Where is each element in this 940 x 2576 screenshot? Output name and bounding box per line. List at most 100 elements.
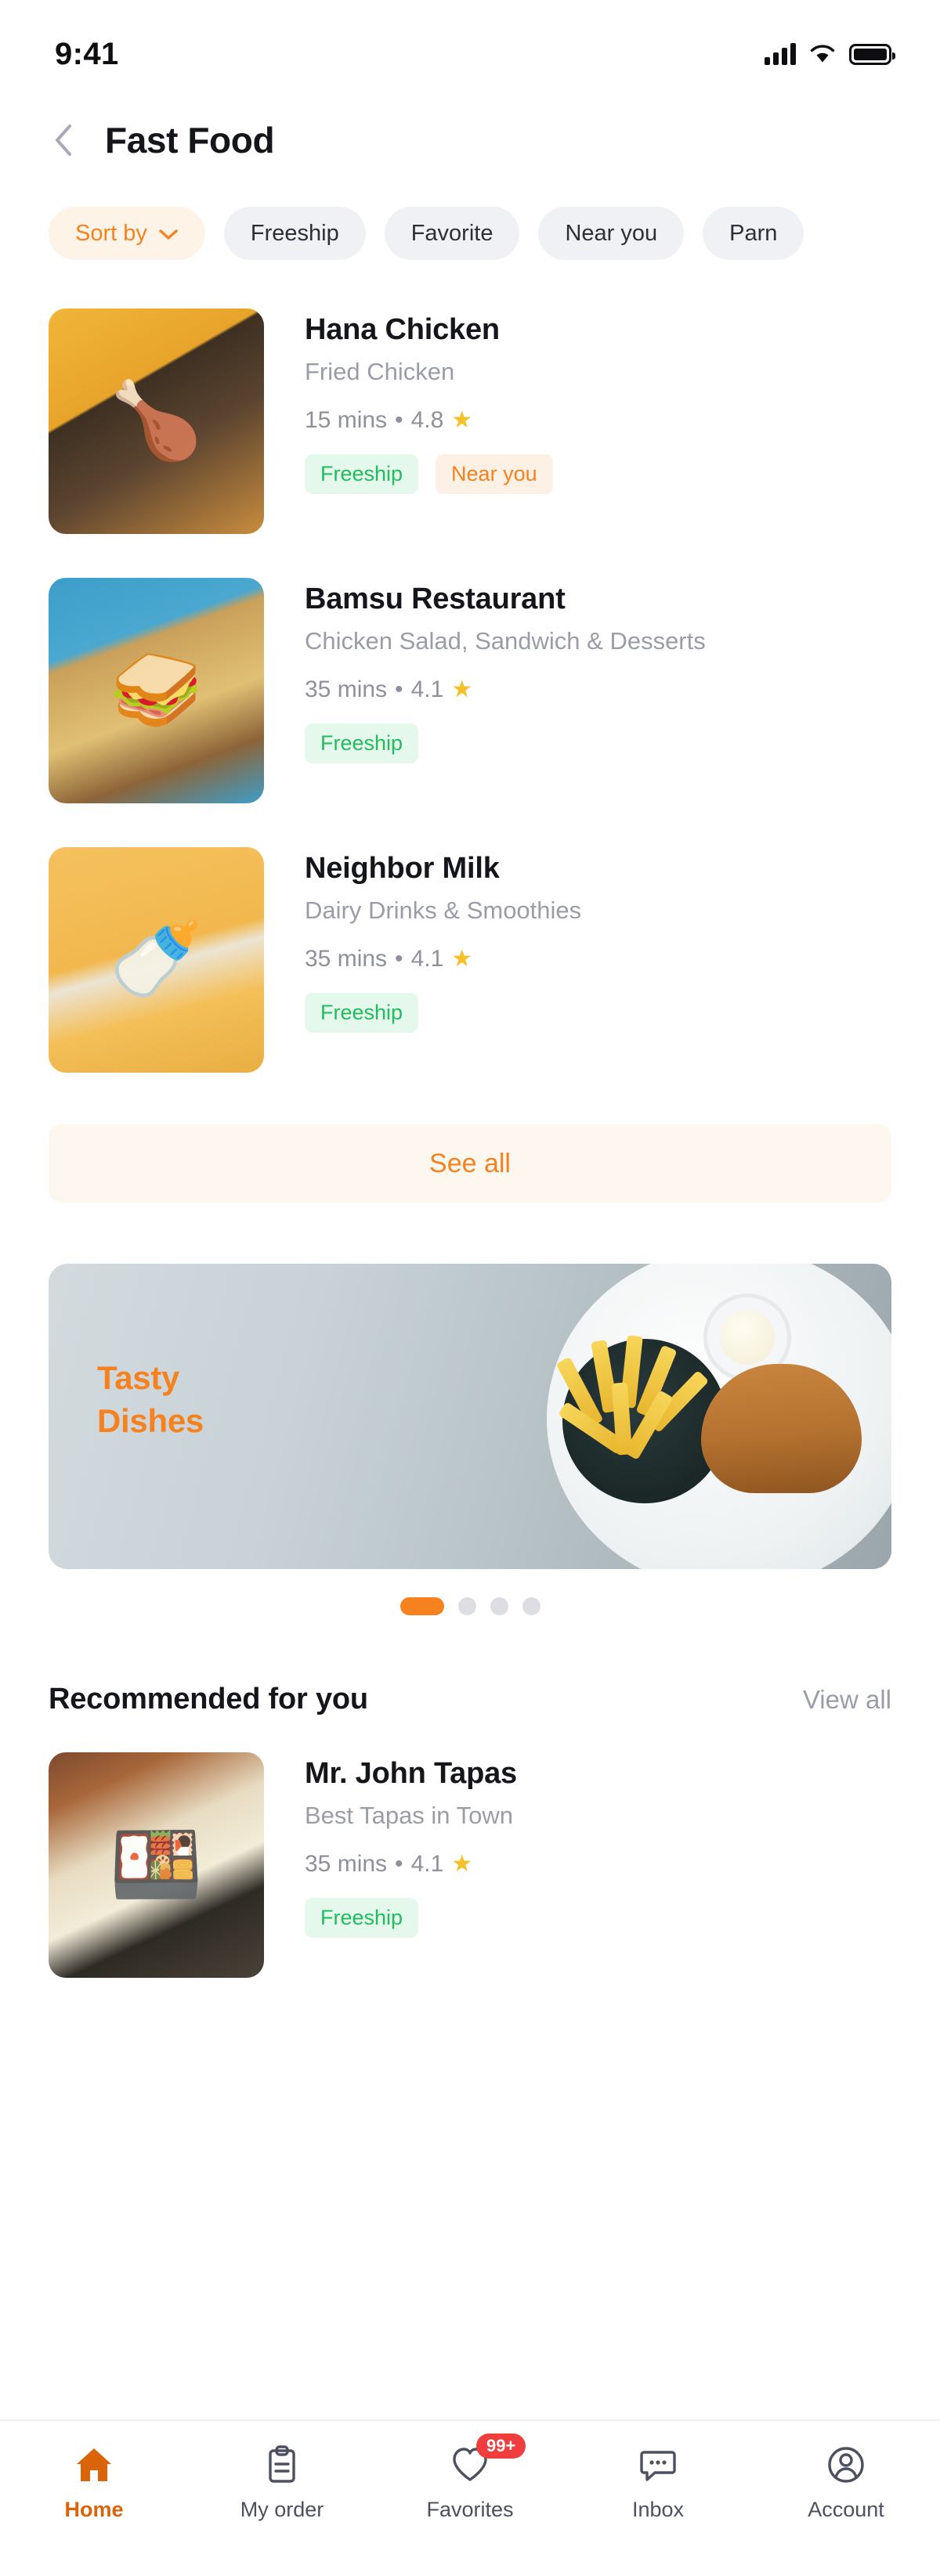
nav-item-favorites[interactable]: 99+ Favorites — [376, 2444, 564, 2522]
restaurant-name: Hana Chicken — [305, 313, 891, 347]
fried-chicken-image: 🍗 — [49, 308, 264, 534]
rating-value: 4.8 — [411, 407, 444, 434]
status-badge-freeship: Freeship — [305, 1898, 418, 1938]
delivery-time: 35 mins — [305, 1851, 387, 1878]
nav-label: Inbox — [632, 2498, 684, 2522]
restaurant-name: Bamsu Restaurant — [305, 583, 891, 616]
star-icon: ★ — [451, 406, 472, 434]
promo-line-2: Dishes — [97, 1399, 204, 1442]
restaurant-badges: Freeship — [305, 1898, 891, 1938]
carousel-dot-2[interactable] — [458, 1597, 476, 1615]
carousel-dot-3[interactable] — [490, 1597, 508, 1615]
cellular-signal-icon — [765, 43, 796, 65]
filter-chip-label: Freeship — [251, 221, 339, 247]
star-icon: ★ — [451, 945, 472, 972]
restaurant-info: Bamsu Restaurant Chicken Salad, Sandwich… — [305, 578, 891, 803]
nav-item-account[interactable]: Account — [752, 2444, 940, 2522]
battery-full-icon — [849, 44, 891, 65]
meta-separator: • — [395, 407, 403, 434]
home-icon — [74, 2444, 114, 2485]
nav-item-inbox[interactable]: Inbox — [564, 2444, 752, 2522]
filter-chip-label: Favorite — [411, 221, 494, 247]
promo-banner-tasty-dishes[interactable]: Tasty Dishes — [49, 1264, 891, 1569]
delivery-time: 35 mins — [305, 946, 387, 972]
chat-bubble-icon — [638, 2444, 678, 2485]
restaurant-cuisine: Chicken Salad, Sandwich & Desserts — [305, 627, 891, 655]
restaurant-info: Neighbor Milk Dairy Drinks & Smoothies 3… — [305, 847, 891, 1073]
status-time: 9:41 — [55, 37, 119, 72]
meta-separator: • — [395, 1851, 403, 1878]
delivery-time: 15 mins — [305, 407, 387, 434]
restaurant-name: Neighbor Milk — [305, 852, 891, 886]
status-icons — [765, 43, 891, 65]
restaurant-card[interactable]: 🍱 Mr. John Tapas Best Tapas in Town 35 m… — [0, 1752, 940, 1978]
nav-label: Home — [64, 2498, 123, 2522]
view-all-link[interactable]: View all — [803, 1685, 891, 1715]
meta-separator: • — [395, 946, 403, 972]
filter-chip-favorite[interactable]: Favorite — [385, 207, 520, 260]
filter-chip-label: Parn — [729, 221, 777, 247]
nav-item-my-order[interactable]: My order — [188, 2444, 376, 2522]
filter-chip-label: Near you — [565, 221, 657, 247]
filter-chip-label: Sort by — [75, 221, 147, 247]
star-icon: ★ — [451, 676, 472, 703]
nav-label: My order — [240, 2498, 324, 2522]
filter-chip-sort-by[interactable]: Sort by — [49, 207, 205, 260]
nav-label: Favorites — [426, 2498, 513, 2522]
bottom-navigation: Home My order 99+ Favorites — [0, 2419, 940, 2576]
filter-chips: Sort by Freeship Favorite Near you Parn — [0, 161, 940, 260]
promo-carousel: Tasty Dishes — [0, 1203, 940, 1615]
restaurant-cuisine: Fried Chicken — [305, 358, 891, 386]
carousel-dot-4[interactable] — [522, 1597, 540, 1615]
restaurant-badges: Freeship — [305, 723, 891, 763]
restaurant-card[interactable]: 🍼 Neighbor Milk Dairy Drinks & Smoothies… — [0, 847, 940, 1073]
restaurant-thumbnail: 🍼 — [49, 847, 264, 1073]
restaurant-meta: 15 mins • 4.8 ★ — [305, 406, 891, 434]
tapas-dish-image: 🍱 — [49, 1752, 264, 1978]
rating-value: 4.1 — [411, 1851, 444, 1878]
sandwich-image: 🥪 — [49, 578, 264, 803]
restaurant-list: 🍗 Hana Chicken Fried Chicken 15 mins • 4… — [0, 260, 940, 1073]
restaurant-name: Mr. John Tapas — [305, 1757, 891, 1791]
status-badge-freeship: Freeship — [305, 454, 418, 494]
nav-label: Account — [808, 2498, 884, 2522]
filter-chip-partner[interactable]: Parn — [703, 207, 804, 260]
filter-chip-freeship[interactable]: Freeship — [224, 207, 366, 260]
restaurant-info: Hana Chicken Fried Chicken 15 mins • 4.8… — [305, 308, 891, 534]
restaurant-meta: 35 mins • 4.1 ★ — [305, 945, 891, 972]
see-all-button[interactable]: See all — [49, 1124, 891, 1203]
restaurant-card[interactable]: 🍗 Hana Chicken Fried Chicken 15 mins • 4… — [0, 308, 940, 534]
restaurant-thumbnail: 🥪 — [49, 578, 264, 803]
nav-item-home[interactable]: Home — [0, 2444, 188, 2522]
carousel-dots — [49, 1597, 891, 1615]
restaurant-cuisine: Dairy Drinks & Smoothies — [305, 897, 891, 925]
see-all-container: See all — [0, 1117, 940, 1203]
page-title: Fast Food — [105, 119, 274, 161]
restaurant-meta: 35 mins • 4.1 ★ — [305, 676, 891, 703]
back-button[interactable] — [42, 119, 85, 161]
restaurant-meta: 35 mins • 4.1 ★ — [305, 1850, 891, 1878]
user-circle-icon — [826, 2444, 866, 2485]
recommended-section-header: Recommended for you View all — [0, 1615, 940, 1716]
favorites-count-badge: 99+ — [476, 2433, 526, 2459]
carousel-dot-1[interactable] — [400, 1597, 444, 1615]
page-header: Fast Food — [0, 86, 940, 161]
status-bar: 9:41 — [0, 0, 940, 86]
section-title: Recommended for you — [49, 1683, 368, 1716]
status-badge-freeship: Freeship — [305, 723, 418, 763]
restaurant-cuisine: Best Tapas in Town — [305, 1802, 891, 1830]
promo-line-1: Tasty — [97, 1356, 204, 1399]
chevron-left-icon — [53, 123, 74, 157]
restaurant-badges: Freeship Near you — [305, 454, 891, 494]
app-screen: 9:41 Fast Food Sort by Freeship — [0, 0, 940, 2576]
star-icon: ★ — [451, 1850, 472, 1878]
restaurant-card[interactable]: 🥪 Bamsu Restaurant Chicken Salad, Sandwi… — [0, 578, 940, 803]
restaurant-badges: Freeship — [305, 993, 891, 1033]
delivery-time: 35 mins — [305, 676, 387, 703]
promo-text: Tasty Dishes — [97, 1356, 204, 1443]
status-badge-near-you: Near you — [436, 454, 553, 494]
filter-chip-near-you[interactable]: Near you — [538, 207, 684, 260]
recommended-list: 🍱 Mr. John Tapas Best Tapas in Town 35 m… — [0, 1716, 940, 1978]
rating-value: 4.1 — [411, 676, 444, 703]
restaurant-info: Mr. John Tapas Best Tapas in Town 35 min… — [305, 1752, 891, 1978]
